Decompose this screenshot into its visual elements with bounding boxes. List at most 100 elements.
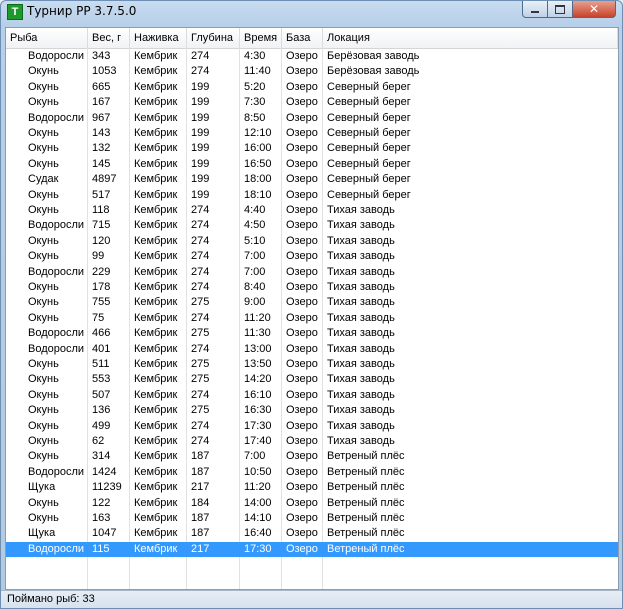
cell-fish: Водоросли: [28, 465, 85, 478]
table-row[interactable]: Водоросли 343 Кембрик 274 4:30 Озеро Берёзовая…: [6, 49, 618, 64]
table-row[interactable]: Окунь 1053 Кембрик 274 11:40 Озеро Берёзовая з…: [6, 64, 618, 79]
table-row[interactable]: Окунь 755 Кембрик 275 9:00 Озеро Тихая заводь: [6, 295, 618, 310]
cell-depth: 187: [191, 512, 210, 524]
close-button[interactable]: ✕: [573, 1, 616, 18]
cell-depth: 199: [191, 188, 210, 201]
cell-bait: Кембрик: [134, 435, 178, 447]
cell-bait: Кембрик: [134, 96, 178, 109]
cell-weight: 115: [92, 542, 110, 555]
cell-fish: Окунь: [28, 450, 59, 463]
column-header-depth[interactable]: Глубина: [187, 28, 240, 48]
table-row[interactable]: Окунь 163 Кембрик 187 14:10 Озеро Ветреный плё…: [6, 511, 618, 526]
table-row[interactable]: Щука 1047 Кембрик 187 16:40 Озеро Ветреный плё…: [6, 526, 618, 541]
cell-location: Тихая заводь: [327, 204, 395, 216]
catch-list[interactable]: Рыба Вес, г Наживка Глубина Время База Локация…: [6, 28, 618, 589]
cell-time: 11:30: [244, 327, 271, 340]
cell-bait: Кембрик: [134, 542, 178, 555]
table-row[interactable]: Водоросли 1424 Кембрик 187 10:50 Озеро Ветрены…: [6, 465, 618, 480]
table-row[interactable]: Водоросли 401 Кембрик 274 13:00 Озеро Тихая за…: [6, 342, 618, 357]
cell-weight: 163: [92, 512, 111, 524]
cell-depth: 274: [191, 234, 210, 247]
cell-bait: Кембрик: [134, 65, 178, 78]
cell-fish: Водоросли: [28, 342, 85, 355]
table-row[interactable]: Окунь 62 Кембрик 274 17:40 Озеро Тихая заводь: [6, 434, 618, 449]
cell-weight: 314: [92, 450, 111, 463]
cell-depth: 187: [191, 450, 210, 463]
cell-bait: Кембрик: [134, 219, 178, 232]
column-header-bait[interactable]: Наживка: [130, 28, 187, 48]
maximize-button[interactable]: [548, 1, 573, 18]
cell-bait: Кембрик: [134, 142, 178, 155]
cell-time: 7:30: [244, 96, 266, 109]
table-row[interactable]: Водоросли 466 Кембрик 275 11:30 Озеро Тихая за…: [6, 326, 618, 341]
cell-depth: 275: [191, 404, 210, 417]
table-row[interactable]: Водоросли 715 Кембрик 274 4:50 Озеро Тихая зав…: [6, 218, 618, 233]
table-row[interactable]: Окунь 314 Кембрик 187 7:00 Озеро Ветреный плёс: [6, 449, 618, 464]
cell-base: Озеро: [286, 450, 318, 463]
cell-time: 17:30: [244, 542, 272, 555]
cell-time: 7:00: [244, 250, 266, 263]
minimize-icon: [531, 11, 539, 13]
cell-location: Ветреный плёс: [327, 512, 405, 524]
table-row[interactable]: Окунь 553 Кембрик 275 14:20 Озеро Тихая заводь: [6, 372, 618, 387]
table-row[interactable]: Окунь 499 Кембрик 274 17:30 Озеро Тихая заводь: [6, 419, 618, 434]
cell-time: 5:10: [244, 234, 266, 247]
cell-fish: Окунь: [28, 157, 59, 170]
minimize-button[interactable]: [522, 1, 548, 18]
cell-base: Озеро: [286, 265, 318, 278]
cell-time: 17:30: [244, 419, 272, 432]
title-bar[interactable]: T Турнир РР 3.7.5.0 ✕: [1, 1, 622, 23]
cell-location: Тихая заводь: [327, 342, 395, 355]
column-header-fish[interactable]: Рыба: [6, 28, 88, 48]
table-row[interactable]: Окунь 122 Кембрик 184 14:00 Озеро Ветреный плё…: [6, 496, 618, 511]
cell-weight: 229: [92, 265, 111, 278]
cell-weight: 118: [92, 204, 110, 216]
cell-location: Тихая заводь: [327, 219, 395, 232]
table-row[interactable]: Водоросли 115 Кембрик 217 17:30 Озеро Ветреный…: [6, 541, 618, 558]
cell-bait: Кембрик: [134, 481, 178, 494]
table-row[interactable]: Водоросли 967 Кембрик 199 8:50 Озеро Северный …: [6, 111, 618, 126]
table-row[interactable]: Окунь 75 Кембрик 274 11:20 Озеро Тихая заводь: [6, 311, 618, 326]
cell-depth: 199: [191, 142, 210, 155]
cell-location: Тихая заводь: [327, 373, 395, 386]
cell-base: Озеро: [286, 204, 318, 216]
table-row[interactable]: Щука 11239 Кембрик 217 11:20 Озеро Ветреный пл…: [6, 480, 618, 495]
table-row[interactable]: Окунь 136 Кембрик 275 16:30 Озеро Тихая заводь: [6, 403, 618, 418]
table-row[interactable]: Окунь 120 Кембрик 274 5:10 Озеро Тихая заводь: [6, 234, 618, 249]
table-row[interactable]: Окунь 132 Кембрик 199 16:00 Озеро Северный бер…: [6, 141, 618, 156]
cell-base: Озеро: [286, 80, 318, 93]
column-header-location[interactable]: Локация: [323, 28, 618, 48]
cell-fish: Окунь: [28, 142, 59, 155]
window-controls: ✕: [522, 1, 616, 18]
cell-depth: 275: [191, 296, 210, 309]
cell-bait: Кембрик: [134, 234, 178, 247]
cell-location: Северный берег: [327, 173, 411, 186]
table-row[interactable]: Окунь 178 Кембрик 274 8:40 Озеро Тихая заводь: [6, 280, 618, 295]
cell-location: Ветреный плёс: [327, 481, 405, 494]
cell-weight: 665: [92, 80, 111, 93]
cell-fish: Окунь: [28, 388, 59, 401]
cell-bait: Кембрик: [134, 265, 178, 278]
table-row[interactable]: Окунь 511 Кембрик 275 13:50 Озеро Тихая заводь: [6, 357, 618, 372]
cell-fish: Водоросли: [28, 111, 85, 124]
table-row[interactable]: Окунь 145 Кембрик 199 16:50 Озеро Северный бер…: [6, 157, 618, 172]
column-header-time[interactable]: Время: [240, 28, 282, 48]
table-row[interactable]: Судак 4897 Кембрик 199 18:00 Озеро Северный бе…: [6, 172, 618, 187]
cell-weight: 715: [92, 219, 111, 232]
cell-location: Берёзовая заводь: [327, 50, 420, 62]
cell-weight: 145: [92, 157, 111, 170]
table-row[interactable]: Окунь 118 Кембрик 274 4:40 Озеро Тихая заводь: [6, 203, 618, 218]
table-row[interactable]: Водоросли 229 Кембрик 274 7:00 Озеро Тихая зав…: [6, 265, 618, 280]
cell-fish: Водоросли: [28, 542, 85, 555]
table-row[interactable]: Окунь 143 Кембрик 199 12:10 Озеро Северный бер…: [6, 126, 618, 141]
cell-fish: Окунь: [28, 80, 59, 93]
cell-bait: Кембрик: [134, 327, 178, 340]
column-header-weight[interactable]: Вес, г: [88, 28, 130, 48]
table-row[interactable]: Окунь 507 Кембрик 274 16:10 Озеро Тихая заводь: [6, 388, 618, 403]
table-row[interactable]: Окунь 517 Кембрик 199 18:10 Озеро Северный бер…: [6, 188, 618, 203]
table-row[interactable]: Окунь 99 Кембрик 274 7:00 Озеро Тихая заводь: [6, 249, 618, 264]
cell-bait: Кембрик: [134, 188, 178, 201]
table-row[interactable]: Окунь 665 Кембрик 199 5:20 Озеро Северный бере…: [6, 80, 618, 95]
table-row[interactable]: Окунь 167 Кембрик 199 7:30 Озеро Северный бере…: [6, 95, 618, 110]
column-header-base[interactable]: База: [282, 28, 323, 48]
